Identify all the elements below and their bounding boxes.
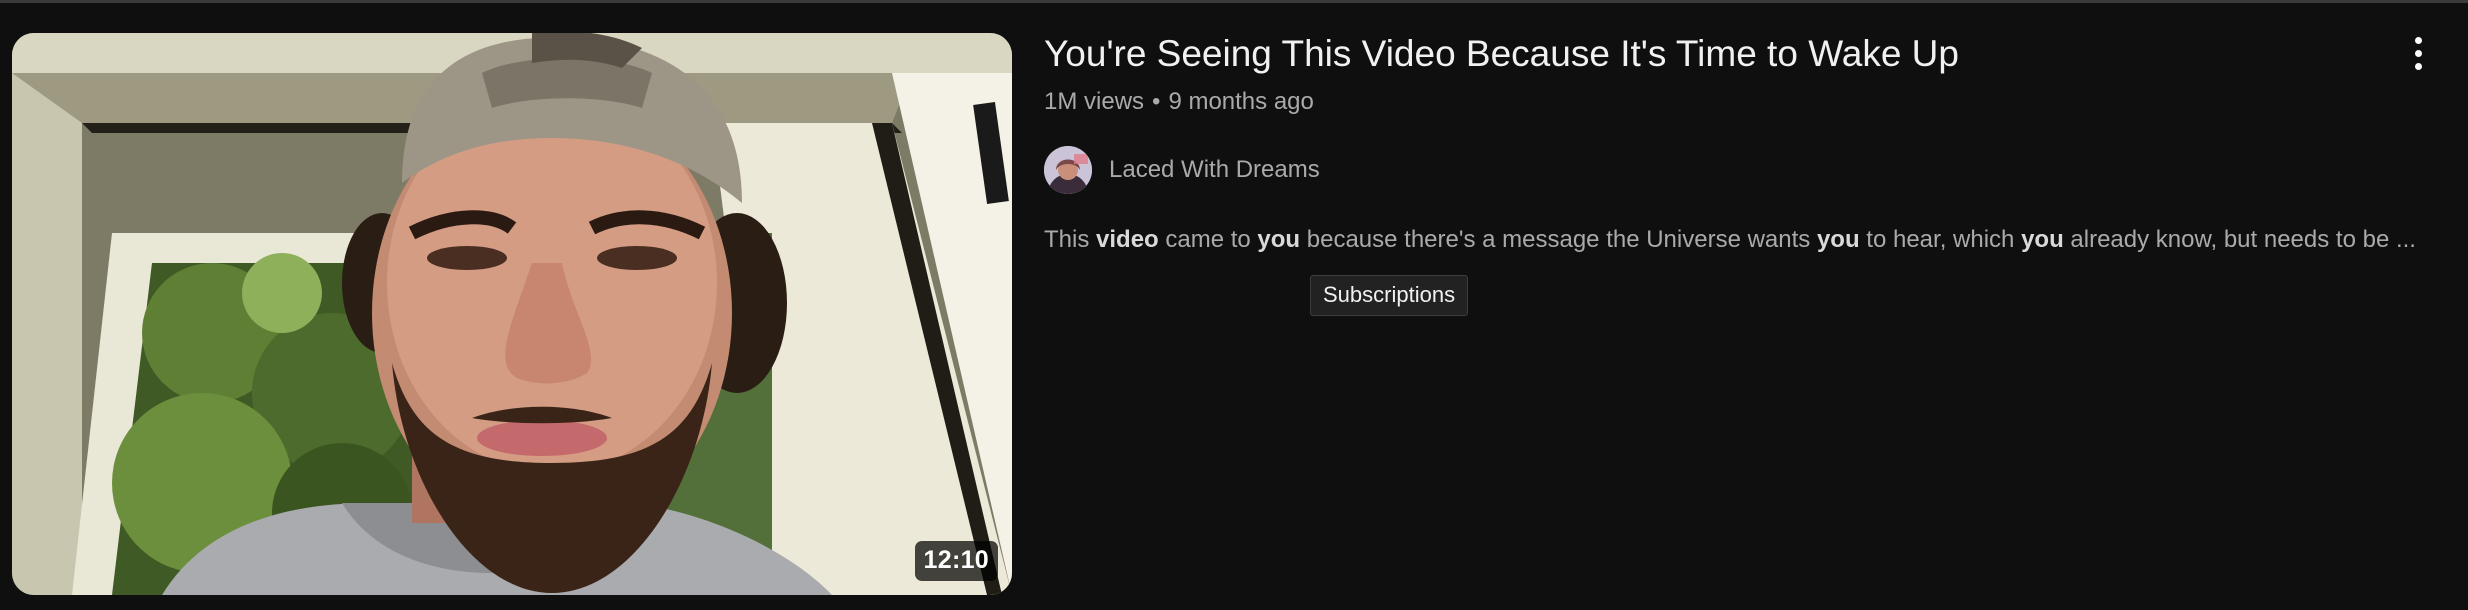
metadata-separator: • bbox=[1152, 88, 1161, 115]
description-text: already know, but needs to be ... bbox=[2063, 226, 2416, 253]
more-actions-button[interactable] bbox=[2404, 30, 2432, 76]
tooltip: Subscriptions bbox=[1310, 275, 1469, 316]
description-highlight: you bbox=[2021, 226, 2064, 253]
more-vert-icon-dot bbox=[2414, 36, 2422, 44]
thumbnail-image bbox=[12, 33, 1012, 595]
description-text: came to bbox=[1158, 226, 1258, 253]
video-result-row[interactable]: 12:10 You're Seeing This Video Because I… bbox=[0, 0, 2468, 610]
duration-badge: 12:10 bbox=[914, 541, 998, 581]
channel-row[interactable]: Laced With Dreams bbox=[1044, 146, 1320, 194]
video-title[interactable]: You're Seeing This Video Because It's Ti… bbox=[1044, 30, 2374, 78]
video-description-snippet: This video came to you because there's a… bbox=[1044, 224, 2416, 256]
description-text: because there's a message the Universe w… bbox=[1300, 226, 1817, 253]
description-highlight: you bbox=[1257, 226, 1301, 253]
channel-avatar[interactable] bbox=[1044, 146, 1092, 194]
upload-age: 9 months ago bbox=[1168, 88, 1314, 115]
video-info: You're Seeing This Video Because It's Ti… bbox=[1044, 30, 2416, 253]
video-metadata: 1M views • 9 months ago bbox=[1044, 87, 2374, 117]
description-text: to hear, which bbox=[1859, 226, 2022, 253]
video-thumbnail[interactable]: 12:10 bbox=[12, 33, 1012, 595]
view-count: 1M views bbox=[1044, 88, 1145, 115]
more-vert-icon-dot bbox=[2414, 62, 2422, 70]
description-highlight: you bbox=[1816, 226, 1860, 253]
more-vert-icon-dot bbox=[2414, 49, 2422, 57]
description-text: This bbox=[1044, 226, 1097, 253]
channel-name[interactable]: Laced With Dreams bbox=[1109, 156, 1320, 184]
description-highlight: video bbox=[1096, 226, 1159, 253]
